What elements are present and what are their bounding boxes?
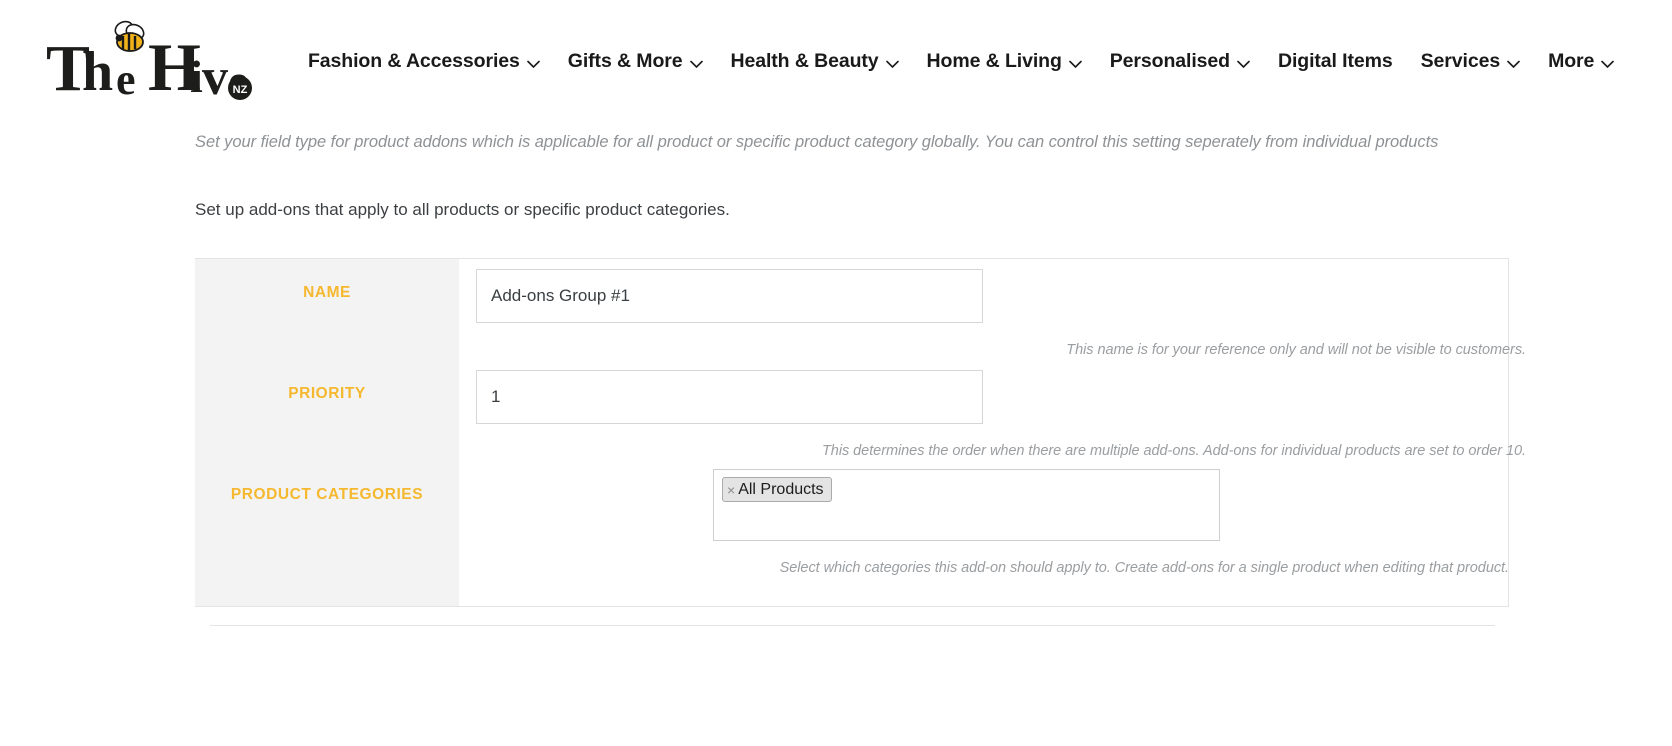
name-helper-text: This name is for your reference only and… [1066,341,1526,358]
nav-item-gifts-more[interactable]: Gifts & More [554,44,717,79]
field-label-cell-name: NAME [195,259,459,360]
svg-text:NZ: NZ [233,84,248,96]
chevron-down-icon [885,60,899,68]
chevron-down-icon [526,60,540,68]
chevron-down-icon [1237,60,1250,68]
field-row-name: NAME This name is for your reference onl… [195,259,1526,360]
intro-section: Set your field type for product addons w… [0,122,1672,222]
chevron-down-icon [1601,60,1615,68]
section-divider [210,625,1495,627]
selected-category-tag[interactable]: × All Products [722,477,832,503]
panel-bottom-spacer [195,578,1509,606]
field-row-product-categories: PRODUCT CATEGORIES × All Products Select… [195,461,1509,578]
nav-item-home-living[interactable]: Home & Living [913,44,1096,79]
nav-label: Home & Living [926,49,1062,72]
field-input-cell-product-categories: × All Products Select which categories t… [459,461,1509,578]
nav-item-health-beauty[interactable]: Health & Beauty [717,44,913,79]
main-navigation: Fashion & Accessories Gifts & More Healt… [294,44,1628,79]
addon-group-form: NAME This name is for your reference onl… [195,257,1526,608]
remove-tag-icon[interactable]: × [727,483,735,497]
nav-label: Gifts & More [567,49,683,72]
nav-label: Services [1420,49,1501,72]
label-product-categories: PRODUCT CATEGORIES [230,486,424,504]
settings-note: Set your field type for product addons w… [195,133,1439,151]
nav-label: More [1548,49,1595,72]
product-categories-helper-text: Select which categories this add-on shou… [779,560,1509,577]
nav-item-services[interactable]: Services [1407,44,1534,79]
site-logo[interactable]: T h e H i v e NZ [40,16,252,106]
svg-text:h: h [82,41,113,103]
nav-item-personalised[interactable]: Personalised [1096,44,1264,79]
field-label-cell-product-categories: PRODUCT CATEGORIES [195,461,459,578]
logo-graphic: T h e H i v e NZ [46,20,252,106]
nav-label: Health & Beauty [730,49,879,72]
svg-text:e: e [116,55,136,104]
field-input-cell-name: This name is for your reference only and… [459,259,1526,360]
nav-item-fashion-accessories[interactable]: Fashion & Accessories [294,44,554,79]
nav-label: Digital Items [1277,49,1393,72]
site-header: T h e H i v e NZ Fashion & Accessories G… [0,0,1672,122]
priority-helper-text: This determines the order when there are… [822,442,1526,459]
chevron-down-icon [689,60,703,68]
product-categories-multiselect[interactable]: × All Products [713,469,1220,542]
settings-description: Set up add-ons that apply to all product… [195,199,730,219]
bee-icon [114,20,145,52]
field-label-cell-priority: PRIORITY [195,360,459,461]
chevron-down-icon [1068,60,1082,68]
name-input[interactable] [476,268,983,323]
nav-label: Fashion & Accessories [308,49,520,72]
svg-text:v: v [202,49,228,106]
label-name: NAME [303,283,351,301]
nav-item-more[interactable]: More [1534,44,1628,79]
priority-input[interactable] [476,369,983,424]
main-content: Set your field type for product addons w… [0,122,1672,627]
nz-badge: NZ [228,76,252,100]
nav-label: Personalised [1109,49,1230,72]
tag-label: All Products [738,480,824,498]
label-priority: PRIORITY [288,384,366,402]
field-row-priority: PRIORITY This determines the order when … [195,360,1526,461]
chevron-down-icon [1507,60,1520,68]
field-input-cell-priority: This determines the order when there are… [459,360,1526,461]
nav-item-digital-items[interactable]: Digital Items [1264,44,1407,79]
